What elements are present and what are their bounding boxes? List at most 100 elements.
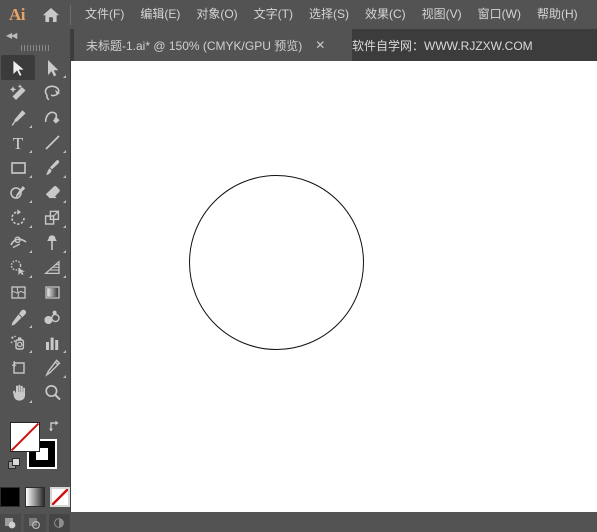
menu-view[interactable]: 视图(V) (414, 3, 470, 26)
menu-file[interactable]: 文件(F) (77, 3, 132, 26)
tool-flyout-indicator (29, 200, 32, 203)
hand-icon (12, 384, 25, 401)
tool-flyout-indicator (63, 250, 66, 253)
tool-flyout-indicator (29, 250, 32, 253)
artboard-icon (11, 361, 25, 374)
shape-builder-icon (10, 260, 25, 275)
tool-grid: T (0, 55, 70, 405)
symbol-sprayer-tool[interactable] (1, 330, 35, 355)
tool-flyout-indicator (29, 325, 32, 328)
shape-builder-tool[interactable] (1, 255, 35, 280)
tool-flyout-indicator (29, 400, 32, 403)
free-transform-tool[interactable] (35, 230, 69, 255)
direct-selection-tool[interactable] (35, 55, 69, 80)
svg-text:T: T (12, 134, 23, 152)
menu-type[interactable]: 文字(T) (246, 3, 301, 26)
fill-swatch[interactable] (10, 422, 40, 452)
panel-drag-grip[interactable] (0, 42, 70, 53)
tool-flyout-indicator (63, 150, 66, 153)
mesh-icon (10, 286, 26, 299)
width-warp-icon (9, 236, 26, 249)
menu-bar: Ai 文件(F) 编辑(E) 对象(O) 文字(T) 选择(S) 效果(C) 视图(V) 窗口… (0, 0, 597, 29)
shaper-tool[interactable] (1, 180, 35, 205)
pen-nib-icon (11, 110, 26, 126)
tool-flyout-indicator (63, 350, 66, 353)
slice-knife-icon (44, 359, 60, 377)
home-icon[interactable] (34, 0, 68, 29)
lasso-icon (44, 85, 60, 101)
tool-flyout-indicator (29, 225, 32, 228)
color-button[interactable] (0, 487, 20, 507)
width-tool[interactable] (1, 230, 35, 255)
tool-flyout-indicator (29, 150, 32, 153)
draw-inside-icon[interactable] (48, 514, 70, 532)
tool-flyout-indicator (63, 75, 66, 78)
menu-divider (70, 4, 71, 25)
line-segment-tool[interactable] (35, 130, 69, 155)
menu-window[interactable]: 窗口(W) (470, 3, 529, 26)
paint-mode-row (0, 487, 70, 507)
ellipse-shape[interactable] (188, 174, 364, 350)
rectangle-tool[interactable] (1, 155, 35, 180)
eraser-tool[interactable] (35, 180, 69, 205)
bar-chart-icon (45, 337, 58, 350)
tool-flyout-indicator (63, 375, 66, 378)
rectangle-icon (10, 162, 26, 174)
blend-tool[interactable] (35, 305, 69, 330)
scale-tool[interactable] (35, 205, 69, 230)
close-icon[interactable]: ✕ (314, 39, 326, 51)
zoom-tool[interactable] (35, 380, 69, 405)
swap-arrows-icon[interactable] (48, 419, 62, 433)
app-logo: Ai (9, 4, 26, 24)
scale-icon (44, 210, 59, 225)
white-arrow-cursor-icon (47, 60, 58, 77)
column-graph-tool[interactable] (35, 330, 69, 355)
draw-normal-icon[interactable] (0, 514, 22, 532)
magic-wand-icon (9, 84, 25, 100)
draw-behind-icon[interactable] (24, 514, 46, 532)
gradient-tool[interactable] (35, 280, 69, 305)
type-tool[interactable]: T (1, 130, 35, 155)
default-fill-stroke-icon[interactable] (8, 458, 21, 471)
mesh-tool[interactable] (1, 280, 35, 305)
magic-wand-tool[interactable] (1, 80, 35, 105)
shaper-pencil-icon (9, 186, 25, 199)
draw-mode-row (0, 514, 70, 532)
curvature-tool[interactable] (35, 105, 69, 130)
document-tab[interactable]: 未标题-1.ai* @ 150% (CMYK/GPU 预览) ✕ (74, 29, 352, 61)
hand-tool[interactable] (1, 380, 35, 405)
menu-help[interactable]: 帮助(H) (529, 3, 586, 26)
menu-select[interactable]: 选择(S) (301, 3, 357, 26)
type-t-icon: T (12, 134, 23, 152)
eyedropper-tool[interactable] (1, 305, 35, 330)
perspective-grid-tool[interactable] (35, 255, 69, 280)
collapse-panel-icon[interactable]: ◀◀ (0, 29, 70, 42)
none-button[interactable] (50, 487, 70, 507)
selection-tool[interactable] (1, 55, 35, 80)
gradient-button[interactable] (25, 487, 45, 507)
arrow-cursor-icon (12, 59, 26, 77)
document-tab-label: 未标题-1.ai* @ 150% (CMYK/GPU 预览) (86, 38, 303, 53)
artboard-canvas[interactable] (71, 61, 597, 512)
artboard-tool[interactable] (1, 355, 35, 380)
rotate-tool[interactable] (1, 205, 35, 230)
paintbrush-tool[interactable] (35, 155, 69, 180)
magnifier-icon (44, 384, 61, 401)
line-segment-icon (44, 135, 60, 150)
tool-flyout-indicator (63, 275, 66, 278)
pen-tool[interactable] (1, 105, 35, 130)
tools-panel: ◀◀ T (0, 29, 71, 532)
tool-flyout-indicator (63, 175, 66, 178)
eraser-icon (45, 186, 60, 199)
gradient-icon (44, 286, 60, 299)
blend-icon (43, 310, 60, 324)
menu-object[interactable]: 对象(O) (188, 3, 245, 26)
menu-edit[interactable]: 编辑(E) (132, 3, 188, 26)
slice-tool[interactable] (35, 355, 69, 380)
tool-flyout-indicator (63, 200, 66, 203)
symbol-sprayer-icon (10, 335, 24, 350)
perspective-grid-icon (43, 260, 60, 274)
lasso-tool[interactable] (35, 80, 69, 105)
menu-effect[interactable]: 效果(C) (357, 3, 414, 26)
tool-flyout-indicator (29, 350, 32, 353)
